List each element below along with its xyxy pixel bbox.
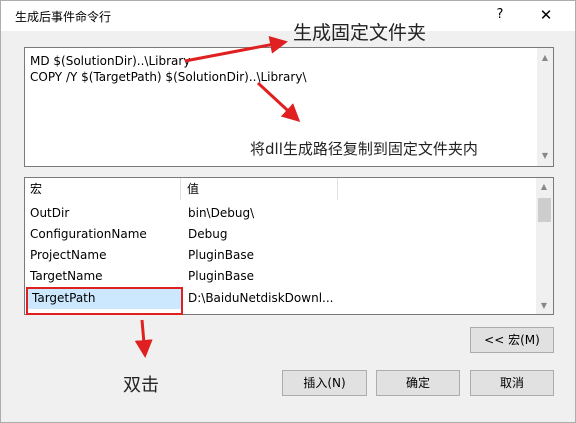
ok-button[interactable]: 确定 bbox=[376, 370, 460, 396]
macro-name: ConfigurationName bbox=[30, 227, 147, 241]
macro-name: ProjectName bbox=[30, 248, 107, 262]
annotation-middle: 将dll生成路径复制到固定文件夹内 bbox=[250, 140, 478, 158]
cancel-button[interactable]: 取消 bbox=[470, 370, 554, 396]
macro-value-header[interactable]: 值 bbox=[182, 178, 338, 200]
macro-row-targetname[interactable]: TargetName PluginBase bbox=[25, 266, 537, 287]
scroll-down-icon[interactable]: ▼ bbox=[541, 152, 549, 160]
scroll-thumb[interactable] bbox=[538, 198, 551, 222]
macro-value: bin\Debug\ bbox=[188, 206, 255, 220]
macro-value: PluginBase bbox=[188, 269, 254, 283]
command-line-2: COPY /Y $(TargetPath) $(SolutionDir)..\L… bbox=[30, 70, 307, 84]
annotation-top: 生成固定文件夹 bbox=[293, 22, 427, 44]
highlight-box bbox=[26, 287, 183, 315]
command-scrollbar[interactable]: ▲ ▼ bbox=[537, 48, 553, 166]
help-button[interactable]: ? bbox=[491, 5, 509, 25]
macro-name: TargetName bbox=[30, 269, 103, 283]
scroll-down-icon[interactable]: ▼ bbox=[540, 302, 548, 310]
macro-name-header[interactable]: 宏 bbox=[25, 178, 181, 200]
scroll-up-icon[interactable]: ▲ bbox=[540, 183, 548, 191]
macro-value: PluginBase bbox=[188, 248, 254, 262]
macro-value: D:\BaiduNetdiskDownl... bbox=[188, 291, 334, 305]
window-title: 生成后事件命令行 bbox=[15, 10, 112, 24]
macro-row-configurationname[interactable]: ConfigurationName Debug bbox=[25, 224, 537, 245]
close-button[interactable]: ✕ bbox=[536, 5, 556, 25]
macro-value: Debug bbox=[188, 227, 228, 241]
macros-toggle-button[interactable]: << 宏(M) bbox=[470, 327, 554, 353]
title-bar: 生成后事件命令行 ? ✕ bbox=[1, 1, 575, 31]
command-line-1: MD $(SolutionDir)..\Library bbox=[30, 54, 191, 68]
scroll-up-icon[interactable]: ▲ bbox=[541, 54, 549, 62]
post-build-event-dialog: 生成后事件命令行 ? ✕ MD $(SolutionDir)..\Library… bbox=[0, 0, 576, 423]
macro-row-projectname[interactable]: ProjectName PluginBase bbox=[25, 245, 537, 266]
insert-button[interactable]: 插入(N) bbox=[282, 370, 367, 396]
annotation-bottom: 双击 bbox=[123, 375, 159, 396]
macro-name: OutDir bbox=[30, 206, 70, 220]
macro-list-scrollbar[interactable]: ▲ ▼ bbox=[536, 178, 553, 314]
macro-row-outdir[interactable]: OutDir bin\Debug\ bbox=[25, 203, 537, 224]
